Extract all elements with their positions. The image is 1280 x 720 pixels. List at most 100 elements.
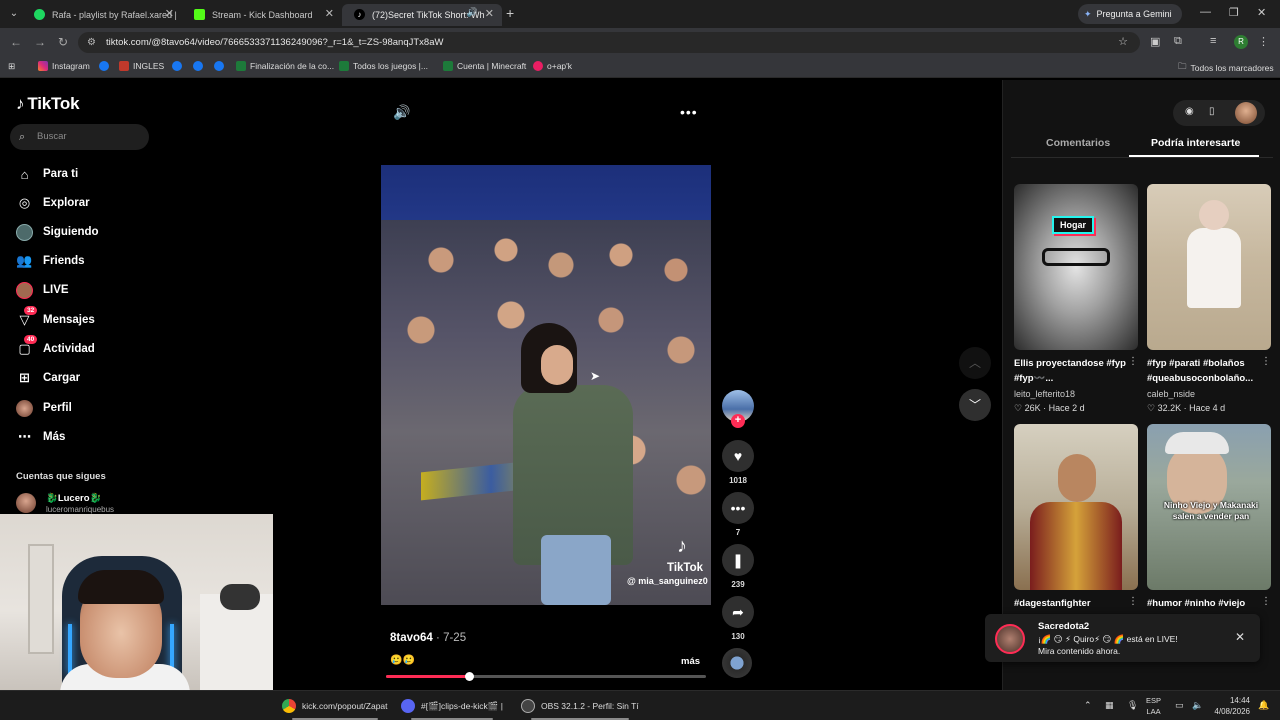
like-button[interactable]: ♥ — [722, 440, 754, 472]
video-thumbnail[interactable] — [1014, 424, 1138, 590]
browser-menu-icon[interactable]: ⋮ — [1258, 35, 1269, 48]
forward-icon[interactable]: → — [34, 35, 46, 49]
taskbar-chrome[interactable]: kick.com/popout/Zapat — [282, 699, 388, 720]
nav-perfil[interactable]: Perfil — [16, 398, 72, 418]
bookmark-star-icon[interactable]: ☆ — [1118, 32, 1128, 53]
nav-mas[interactable]: ⋯ Más — [16, 427, 65, 447]
facebook-icon — [172, 61, 182, 71]
video-player[interactable]: ♪ TikTok @ mia_sanguinez0 — [381, 165, 711, 605]
window-close-button[interactable]: ✕ — [1257, 6, 1266, 19]
language-indicator[interactable]: ESP LAA — [1146, 695, 1161, 717]
gemini-button[interactable]: ✦ Pregunta a Gemini — [1078, 4, 1182, 24]
maximize-button[interactable]: ❐ — [1229, 6, 1239, 19]
notifications-icon[interactable]: 🔔 — [1258, 700, 1269, 711]
card-more-icon[interactable]: ⋮ — [1128, 596, 1138, 607]
browser-tab-spotify[interactable]: Rafa - playlist by Rafael.xared | ✕ — [22, 4, 182, 26]
comment-button[interactable]: ••• — [722, 492, 754, 524]
video-thumbnail[interactable] — [1147, 184, 1271, 350]
save-button[interactable]: ❚ — [722, 544, 754, 576]
browser-profile-avatar[interactable]: R — [1234, 35, 1248, 49]
close-icon[interactable]: ✕ — [325, 7, 334, 20]
following-header: Cuentas que sigues — [16, 471, 106, 482]
video-progress-bar[interactable] — [386, 672, 706, 681]
volume-icon[interactable]: 🔈 — [1192, 700, 1203, 711]
nav-friends[interactable]: 👥 Friends — [16, 251, 84, 271]
video-thumbnail[interactable]: Hogar — [1014, 184, 1138, 350]
next-video-button[interactable]: ﹀ — [959, 389, 991, 421]
card-more-icon[interactable]: ⋮ — [1261, 596, 1271, 607]
bookmark-label: Cuenta | Minecraft — [457, 61, 527, 71]
video-thumbnail[interactable]: Ninho Viejo y Makanaki salen a vender pa… — [1147, 424, 1271, 590]
share-button[interactable]: ➦ — [722, 596, 754, 628]
network-icon[interactable]: ▭ — [1175, 700, 1184, 711]
close-icon[interactable]: ✕ — [1235, 630, 1245, 644]
system-clock[interactable]: 14:44 4/08/2026 — [1210, 695, 1250, 717]
minimize-button[interactable]: — — [1200, 6, 1211, 18]
card-user[interactable]: caleb_nside — [1147, 389, 1195, 399]
user-avatar[interactable] — [1235, 102, 1257, 124]
apps-grid-icon[interactable]: ⊞ — [8, 61, 15, 72]
bookmark-facebook[interactable] — [214, 61, 224, 71]
bookmark-finalizacion[interactable]: Finalización de la co... — [236, 61, 334, 71]
streamer-hair — [78, 570, 164, 604]
all-bookmarks-button[interactable]: 🗀 Todos los marcadores — [1178, 61, 1274, 75]
progress-knob[interactable] — [465, 672, 475, 681]
bookmark-minecraft[interactable]: Cuenta | Minecraft — [443, 61, 526, 71]
nav-mensajes[interactable]: ▽ 32 Mensajes — [16, 305, 95, 330]
nav-explorar[interactable]: ◎ Explorar — [16, 193, 90, 213]
video-author[interactable]: 8tavo64 · 7-25 — [390, 632, 466, 644]
follow-plus-icon[interactable]: + — [731, 414, 745, 428]
back-icon[interactable]: ← — [10, 35, 22, 49]
bookmark-apk[interactable]: o+ap'k — [533, 61, 572, 71]
tray-app-icon[interactable]: ▦ — [1105, 700, 1114, 711]
nav-actividad[interactable]: ▢ 40 Actividad — [16, 334, 95, 359]
screen-cast-icon[interactable]: ▣ — [1150, 35, 1160, 48]
tab-podria-interesarte[interactable]: Podría interesarte — [1151, 137, 1240, 149]
bookmark-instagram[interactable]: Instagram — [38, 61, 90, 71]
url-field[interactable]: ⚙ tiktok.com/@8tavo64/video/766653337113… — [78, 32, 1140, 53]
new-tab-button[interactable]: + — [506, 5, 514, 21]
browser-tab-kick[interactable]: Stream - Kick Dashboard ✕ — [182, 4, 342, 26]
previous-video-button[interactable]: ︿ — [959, 347, 991, 379]
bookmark-facebook[interactable] — [193, 61, 203, 71]
extensions-icon[interactable]: ⧉ — [1174, 35, 1182, 48]
music-disc-icon[interactable] — [722, 648, 752, 678]
bookmark-facebook[interactable] — [172, 61, 182, 71]
nav-cargar[interactable]: ⊞ Cargar — [16, 368, 80, 388]
tab-search-button[interactable]: ⌄ — [6, 6, 22, 22]
browser-tab-tiktok[interactable]: ♪ (72)Secret TikTok Short: Wh 🔊 ✕ — [342, 4, 502, 26]
nav-live[interactable]: LIVE — [16, 280, 69, 300]
reload-icon[interactable]: ↻ — [58, 35, 68, 49]
taskbar-discord[interactable]: #[🎬]clips-de-kick🎬 | — [401, 699, 503, 720]
close-icon[interactable]: ✕ — [485, 7, 494, 20]
search-input[interactable]: ⌕ Buscar — [10, 124, 149, 150]
nav-para-ti[interactable]: ⌂ Para ti — [16, 164, 79, 184]
thumbnail-badge: Hogar — [1052, 216, 1095, 234]
card-user[interactable]: leito_lefterito18 — [1014, 389, 1075, 399]
card-more-icon[interactable]: ⋮ — [1128, 356, 1138, 367]
close-icon[interactable]: ✕ — [165, 7, 174, 20]
microphone-icon[interactable]: 🎙 — [1127, 700, 1138, 711]
device-icon[interactable]: ▯ — [1209, 106, 1215, 117]
bookmark-facebook[interactable] — [99, 61, 109, 71]
more-options-icon[interactable]: ••• — [680, 104, 698, 120]
bookmark-todos-juegos[interactable]: Todos los juegos |... — [339, 61, 428, 71]
tiktok-logo[interactable]: ♪ TikTok — [16, 94, 80, 114]
card-more-icon[interactable]: ⋮ — [1261, 356, 1271, 367]
thumbnail-shirt — [1030, 502, 1122, 590]
live-notification[interactable]: Sacredota2 ¡🌈 😏 ⚡ Quiro⚡ 😏 🌈 está en LIV… — [985, 614, 1260, 662]
header-actions: ◉ ▯ — [1173, 100, 1265, 126]
tab-comentarios[interactable]: Comentarios — [1046, 137, 1110, 149]
sound-icon[interactable]: 🔊 — [393, 104, 410, 121]
coin-icon[interactable]: ◉ — [1185, 106, 1194, 117]
speaker-icon[interactable]: 🔊 — [467, 7, 478, 18]
taskbar-obs[interactable]: OBS 32.1.2 - Perfil: Sin Tí — [521, 699, 639, 720]
tray-overflow-icon[interactable]: ⌃ — [1084, 700, 1092, 711]
bookmark-ingles[interactable]: INGLES — [119, 61, 164, 71]
thumbnail-glasses — [1042, 248, 1110, 266]
reading-list-icon[interactable]: ≡ — [1210, 35, 1216, 47]
site-info-icon[interactable]: ⚙ — [87, 32, 96, 53]
chrome-icon — [282, 699, 296, 713]
nav-siguiendo[interactable]: Siguiendo — [16, 222, 99, 242]
more-caption-button[interactable]: más — [681, 656, 700, 667]
